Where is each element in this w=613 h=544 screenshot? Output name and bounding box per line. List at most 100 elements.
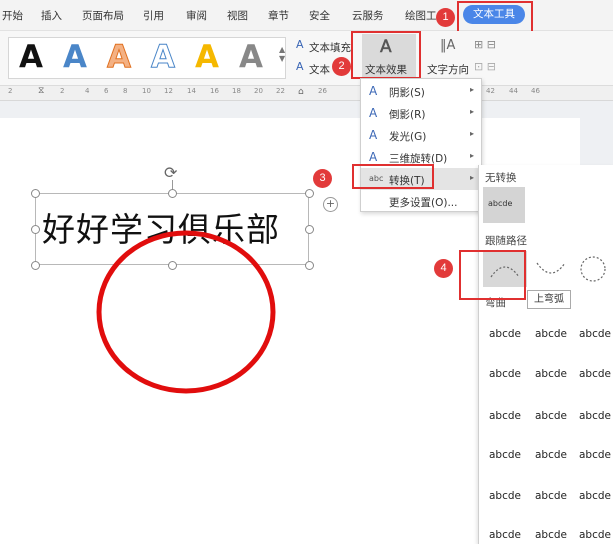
ruler-tick: 2 [8,87,13,95]
tab-home[interactable]: 开始 [2,8,23,23]
chevron-right-icon: ▸ [469,129,474,138]
rotate-handle-icon[interactable]: ⟳ [164,163,177,182]
gallery-scroll-icon[interactable]: ▲ ▼ [279,45,287,69]
resize-handle[interactable] [305,261,314,270]
style-black[interactable]: A [19,39,43,75]
text-fill-button[interactable]: 文本填充 [309,40,351,55]
transform-gallery-panel: 无转换 abcde 跟随路径 弯曲 abcde abcde abcde abcd… [478,165,613,544]
resize-handle[interactable] [31,189,40,198]
tooltip-arch-up: 上弯弧 [527,290,571,309]
style-gray[interactable]: A [239,39,263,75]
text-effects-menu: A 阴影(S) ▸ A 倒影(R) ▸ A 发光(G) ▸ A 三维旋转(D) … [360,78,482,212]
horizontal-ruler: 2 ⧖ 2 4 6 8 10 12 14 16 18 20 22 ⌂ 26 42… [0,86,613,101]
ruler-tick: 18 [232,87,241,95]
warp-option[interactable]: abcde [579,449,611,461]
section-follow-path: 跟随路径 [485,235,527,247]
menu-label: 更多设置(O)... [389,197,458,209]
annotation-badge-1: 1 [436,8,455,27]
layout-options-icon[interactable]: + [323,197,338,212]
annotation-badge-2: 2 [332,57,351,76]
tab-view[interactable]: 视图 [227,8,248,23]
tab-references[interactable]: 引用 [143,8,164,23]
warp-option[interactable]: abcde [535,490,567,502]
resize-handle[interactable] [168,189,177,198]
warp-option[interactable]: abcde [579,529,611,541]
ruler-tick: 46 [531,87,540,95]
arch-down-option[interactable] [531,251,571,287]
resize-handle[interactable] [31,261,40,270]
warp-option[interactable]: abcde [579,410,611,422]
arch-down-icon [536,262,566,274]
ruler-tick: 8 [123,87,128,95]
menu-item-more-settings[interactable]: 更多设置(O)... [361,190,481,212]
warp-option[interactable]: abcde [535,529,567,541]
warp-option[interactable]: abcde [489,449,521,461]
text-direction-button[interactable]: 文字方向 [427,62,469,77]
menu-item-shadow[interactable]: A 阴影(S) ▸ [361,80,481,102]
menu-label: 阴影(S) [389,87,425,99]
annotation-box-3 [352,164,434,189]
ruler-tick: 26 [318,87,327,95]
warp-option[interactable]: abcde [579,368,611,380]
style-blue[interactable]: A [63,39,87,75]
resize-handle[interactable] [305,225,314,234]
indent-marker-icon[interactable]: ⧖ [38,86,44,96]
annotation-box-4 [459,250,526,300]
shadow-icon: A [369,84,378,98]
warp-option[interactable]: abcde [535,328,567,340]
menu-item-reflection[interactable]: A 倒影(R) ▸ [361,102,481,124]
tab-security[interactable]: 安全 [309,8,330,23]
ruler-tick: 2 [60,87,65,95]
warp-option[interactable]: abcde [579,490,611,502]
text-style-gallery[interactable]: A A A A A A [8,37,286,79]
ruler-tick: 14 [187,87,196,95]
warp-option[interactable]: abcde [489,368,521,380]
warp-option[interactable]: abcde [489,490,521,502]
tab-review[interactable]: 审阅 [186,8,207,23]
warp-option[interactable]: abcde [535,449,567,461]
glow-icon: A [369,128,378,142]
red-circle [96,230,276,394]
annotation-badge-3: 3 [313,169,332,188]
text-direction-icon: ‖A [440,38,456,53]
ruler-tick: 20 [254,87,263,95]
style-blue-outline[interactable]: A [151,39,176,76]
chevron-right-icon: ▸ [469,107,474,116]
ruler-tick: 4 [85,87,90,95]
menu-label: 发光(G) [389,131,427,143]
resize-handle[interactable] [31,225,40,234]
ruler-tick: 16 [210,87,219,95]
text-fill-icon: A [296,38,304,51]
tab-insert[interactable]: 插入 [41,8,62,23]
warp-option[interactable]: abcde [489,529,521,541]
section-no-transform: 无转换 [485,172,517,184]
tab-chapter[interactable]: 章节 [268,8,289,23]
no-transform-option[interactable]: abcde [483,187,525,223]
warp-option[interactable]: abcde [579,328,611,340]
warp-option[interactable]: abcde [489,328,521,340]
arrange-icon[interactable]: ⊡ ⊟ [474,60,496,73]
align-icon[interactable]: ⊞ ⊟ [474,38,496,51]
right-indent-marker-icon[interactable]: ⌂ [298,87,304,97]
circle-path-icon [580,256,606,282]
menu-item-glow[interactable]: A 发光(G) ▸ [361,124,481,146]
tab-drawing-tools[interactable]: 绘图工 [405,8,437,23]
warp-option[interactable]: abcde [489,410,521,422]
reflection-icon: A [369,106,378,120]
circle-shape [96,230,276,394]
ruler-tick: 10 [142,87,151,95]
style-yellow[interactable]: A [195,39,219,75]
circle-path-option[interactable] [573,249,613,289]
style-orange-outline[interactable]: A [107,39,132,76]
tab-cloud-service[interactable]: 云服务 [352,8,384,23]
warp-option[interactable]: abcde [535,410,567,422]
annotation-box-2 [351,31,421,79]
ruler-tick: 42 [486,87,495,95]
ruler-tick: 22 [276,87,285,95]
resize-handle[interactable] [305,189,314,198]
warp-option[interactable]: abcde [535,368,567,380]
tab-page-layout[interactable]: 页面布局 [82,8,124,23]
text-outline-icon: A [296,60,304,73]
chevron-right-icon: ▸ [469,173,474,182]
text-outline-button[interactable]: 文本 [309,62,330,77]
